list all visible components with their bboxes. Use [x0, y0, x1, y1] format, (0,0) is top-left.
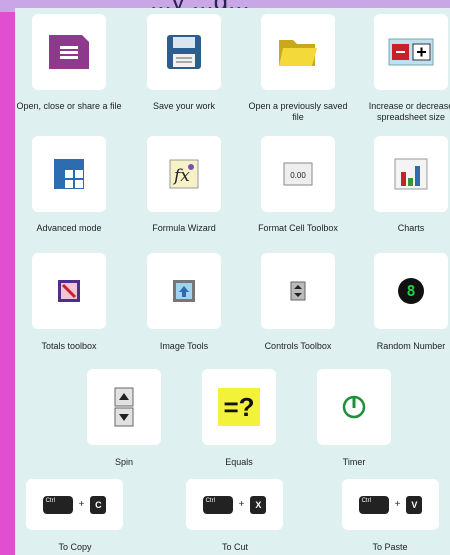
equals-label: Equals [225, 457, 253, 467]
totals-toolbox-tile[interactable] [32, 253, 106, 329]
image-tools-icon [173, 280, 195, 302]
open-saved-file-label: Open a previously saved file [248, 101, 348, 122]
formula-wizard-label: Formula Wizard [152, 223, 216, 233]
v-key-icon: V [406, 495, 423, 514]
advanced-mode-label: Advanced mode [36, 223, 102, 233]
spin-label: Spin [114, 457, 133, 467]
open-close-share-tile[interactable] [32, 14, 106, 90]
formula-wizard-icon: fx [169, 159, 199, 189]
c-key-icon: C [90, 495, 107, 514]
advanced-mode-tile[interactable] [32, 136, 106, 212]
equals-glyph: =? [223, 391, 255, 422]
resize-grid-icon [388, 38, 434, 66]
paste-shortcut-tile: Ctrl + V [342, 479, 439, 530]
charts-label: Charts [397, 223, 425, 233]
copy-shortcut-tile: Ctrl + C [26, 479, 123, 530]
open-saved-file-tile[interactable] [261, 14, 335, 90]
resize-spreadsheet-label: Increase or decrease spreadsheet size [368, 101, 450, 122]
random-number-tile[interactable]: 8 [374, 253, 448, 329]
random-number-digit: 8 [406, 282, 415, 300]
controls-toolbox-tile[interactable] [261, 253, 335, 329]
random-number-label: Random Number [376, 341, 446, 351]
cut-shortcut-tile: Ctrl + X [186, 479, 283, 530]
plus-sign: + [394, 499, 401, 510]
bar-chart-icon [394, 158, 428, 190]
random-number-icon: 8 [398, 278, 424, 304]
svg-text:fx: fx [172, 166, 190, 186]
format-cell-icon: 0.00 [283, 162, 313, 186]
charts-tile[interactable] [374, 136, 448, 212]
formula-wizard-tile[interactable]: fx [147, 136, 221, 212]
open-close-share-label: Open, close or share a file [16, 101, 122, 111]
resize-spreadsheet-tile[interactable] [374, 14, 448, 90]
folder-open-icon [279, 40, 317, 66]
equals-tile[interactable]: =? [202, 369, 276, 445]
totals-icon [58, 280, 80, 302]
paste-label: To Paste [372, 542, 408, 552]
x-key-icon: X [250, 495, 267, 514]
ctrl-key-icon: Ctrl [202, 495, 233, 514]
spin-icon [114, 387, 134, 427]
cut-label: To Cut [221, 542, 248, 552]
ctrl-key-icon: Ctrl [358, 495, 389, 514]
timer-label: Timer [342, 457, 366, 467]
save-work-tile[interactable] [147, 14, 221, 90]
copy-label: To Copy [58, 542, 92, 552]
advanced-grid-icon [54, 159, 84, 189]
plus-sign: + [238, 499, 245, 510]
ctrl-key-icon: Ctrl [42, 495, 73, 514]
format-cell-value: 0.00 [290, 171, 306, 180]
toolbox-help-panel: Open, close or share a file Save your wo… [15, 8, 450, 555]
format-cell-label: Format Cell Toolbox [258, 223, 338, 233]
timer-icon [342, 395, 366, 419]
controls-toolbox-label: Controls Toolbox [264, 341, 332, 351]
plus-sign: + [78, 499, 85, 510]
equals-icon: =? [218, 388, 260, 426]
save-floppy-icon [167, 35, 201, 69]
timer-tile[interactable] [317, 369, 391, 445]
controls-spinner-icon [290, 281, 306, 301]
image-tools-tile[interactable] [147, 253, 221, 329]
spin-tile[interactable] [87, 369, 161, 445]
image-tools-label: Image Tools [159, 341, 209, 351]
totals-toolbox-label: Totals toolbox [41, 341, 97, 351]
format-cell-tile[interactable]: 0.00 [261, 136, 335, 212]
save-work-label: Save your work [152, 101, 216, 111]
notebook-icon [49, 35, 89, 69]
